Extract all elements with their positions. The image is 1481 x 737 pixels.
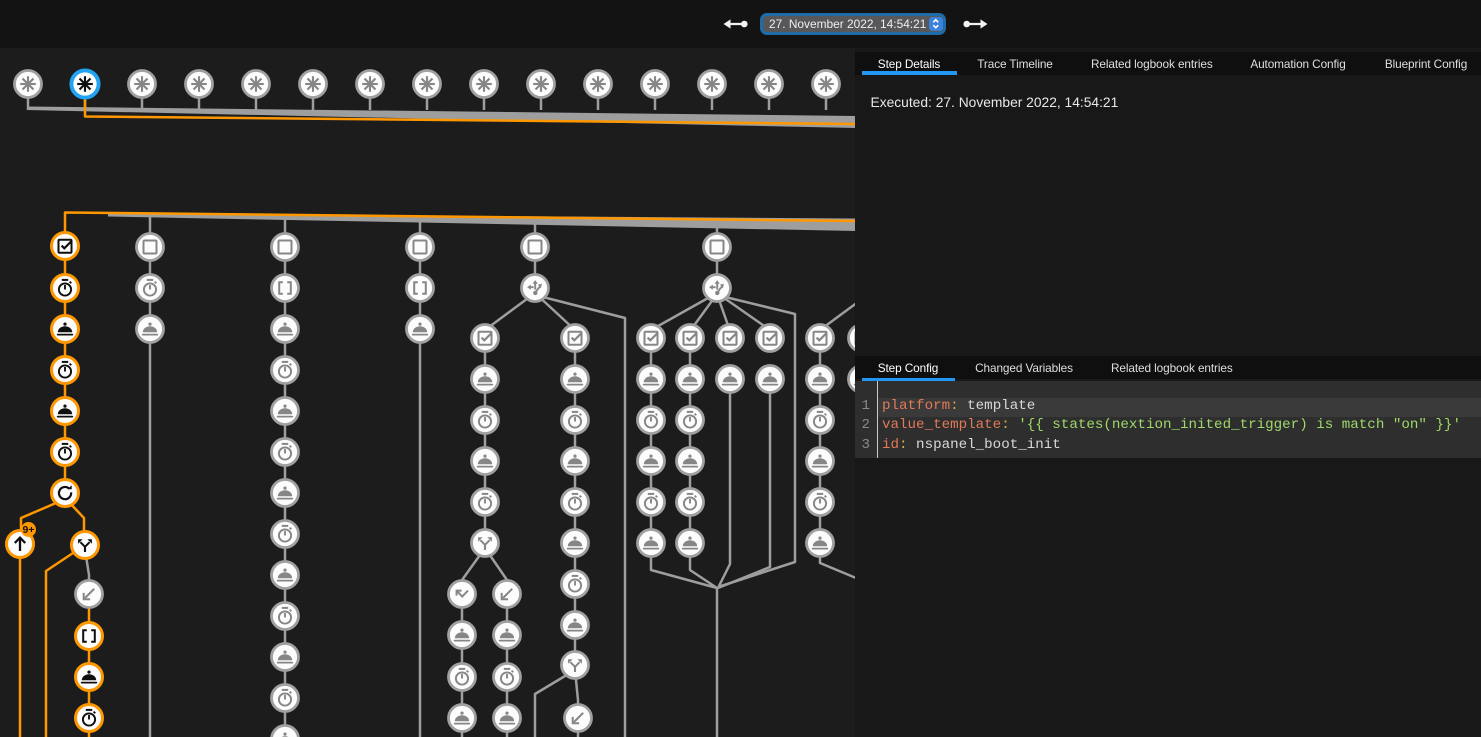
svg-text:9+: 9+ bbox=[23, 524, 35, 536]
